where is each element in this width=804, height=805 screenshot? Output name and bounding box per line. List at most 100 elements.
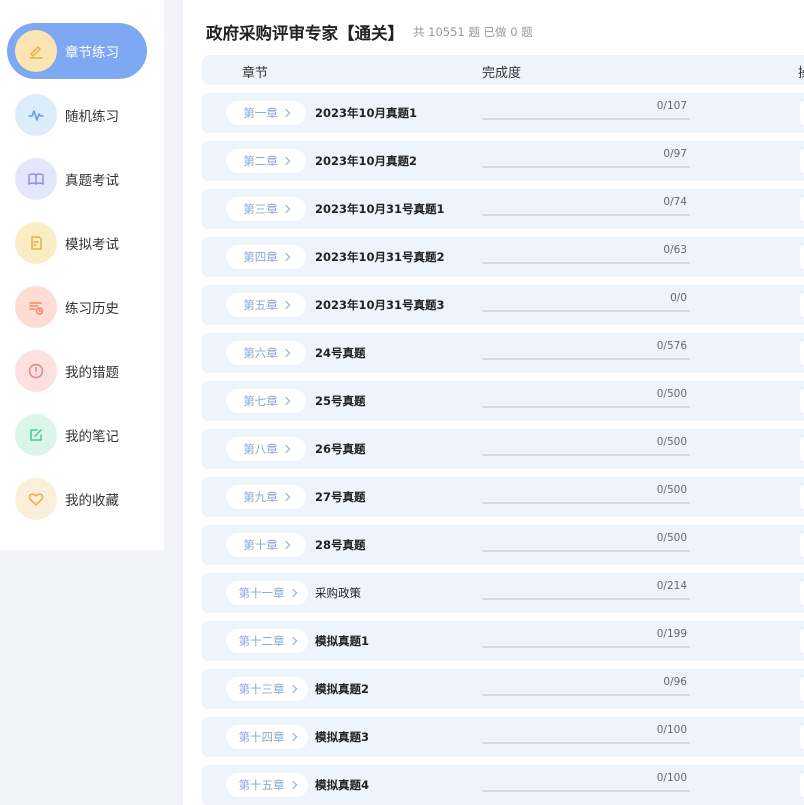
sidebar-item-7[interactable]: 我的收藏 (7, 471, 147, 527)
sidebar-item-5[interactable]: 我的错题 (7, 343, 147, 399)
sidebar-item-0[interactable]: 章节练习 (7, 23, 147, 79)
chevron-right-icon (288, 780, 297, 790)
chapter-row[interactable]: 第五章 2023年10月31号真题3 0/0 (202, 285, 804, 325)
chapter-label: 第十章 (243, 538, 278, 552)
chapter-button[interactable]: 第八章 (226, 437, 306, 461)
heart-icon (15, 478, 57, 520)
chevron-right-icon (288, 588, 297, 598)
row-action-button[interactable] (800, 773, 804, 797)
pulse-icon (15, 94, 57, 136)
chapter-row[interactable]: 第二章 2023年10月真题2 0/97 (202, 141, 804, 181)
progress-bar (482, 454, 690, 456)
progress-count: 0/100 (656, 724, 687, 736)
chapter-label: 第三章 (243, 202, 278, 216)
chapter-label: 第十四章 (238, 730, 285, 744)
row-action-button[interactable] (800, 629, 804, 653)
sidebar-item-1[interactable]: 随机练习 (7, 87, 147, 143)
chapter-row[interactable]: 第十五章 模拟真题4 0/100 (202, 765, 804, 805)
progress-bar (482, 310, 690, 312)
chapter-button[interactable]: 第九章 (226, 485, 306, 509)
sidebar-item-label: 随机练习 (65, 109, 119, 125)
chapter-label: 第四章 (243, 250, 278, 264)
progress-count: 0/199 (656, 628, 687, 640)
chapter-row[interactable]: 第四章 2023年10月31号真题2 0/63 (202, 237, 804, 277)
chapter-row[interactable]: 第七章 25号真题 0/500 (202, 381, 804, 421)
chevron-right-icon (281, 540, 290, 550)
chapter-row[interactable]: 第八章 26号真题 0/500 (202, 429, 804, 469)
chapter-button[interactable]: 第十二章 (226, 629, 308, 653)
row-action-button[interactable] (800, 341, 804, 365)
chapter-label: 第一章 (243, 106, 278, 120)
chapter-button[interactable]: 第一章 (226, 101, 306, 125)
progress-count: 0/500 (656, 436, 687, 448)
sidebar-item-6[interactable]: 我的笔记 (7, 407, 147, 463)
progress-count: 0/97 (663, 148, 687, 160)
progress-count: 0/214 (656, 580, 687, 592)
row-action-button[interactable] (800, 197, 804, 221)
chapter-button[interactable]: 第三章 (226, 197, 306, 221)
row-action-button[interactable] (800, 101, 804, 125)
progress-bar (482, 742, 690, 744)
row-action-button[interactable] (800, 725, 804, 749)
chapter-name: 模拟真题2 (315, 682, 370, 696)
sidebar-item-label: 模拟考试 (65, 237, 119, 253)
progress-bar (482, 790, 690, 792)
pencil-icon (15, 30, 57, 72)
chapter-button[interactable]: 第十三章 (226, 677, 308, 701)
progress-count: 0/500 (656, 388, 687, 400)
row-action-button[interactable] (800, 533, 804, 557)
chapter-label: 第九章 (243, 490, 278, 504)
row-action-button[interactable] (800, 485, 804, 509)
chapter-name: 2023年10月真题2 (315, 154, 418, 168)
progress-bar (482, 646, 690, 648)
chapter-button[interactable]: 第二章 (226, 149, 306, 173)
progress-count: 0/107 (656, 100, 687, 112)
chapter-row[interactable]: 第十二章 模拟真题1 0/199 (202, 621, 804, 661)
chapter-button[interactable]: 第十一章 (226, 581, 308, 605)
row-action-button[interactable] (800, 293, 804, 317)
chapter-row[interactable]: 第六章 24号真题 0/576 (202, 333, 804, 373)
chapter-button[interactable]: 第十五章 (226, 773, 308, 797)
row-action-button[interactable] (800, 677, 804, 701)
chevron-right-icon (281, 156, 290, 166)
chapter-button[interactable]: 第五章 (226, 293, 306, 317)
chapter-row[interactable]: 第一章 2023年10月真题1 0/107 (202, 93, 804, 133)
chapter-button[interactable]: 第六章 (226, 341, 306, 365)
chapter-label: 第六章 (243, 346, 278, 360)
chapter-name: 2023年10月31号真题1 (315, 202, 445, 216)
chevron-right-icon (288, 636, 297, 646)
chapter-button[interactable]: 第七章 (226, 389, 306, 413)
row-action-button[interactable] (800, 149, 804, 173)
chapter-name: 2023年10月31号真题2 (315, 250, 445, 264)
chevron-right-icon (281, 300, 290, 310)
sidebar-item-4[interactable]: 练习历史 (7, 279, 147, 335)
row-action-button[interactable] (800, 437, 804, 461)
progress-bar (482, 358, 690, 360)
table-header: 章节 完成度 操 (202, 55, 804, 85)
question-stats: 共 10551 题 已做 0 题 (413, 25, 533, 39)
chevron-right-icon (281, 204, 290, 214)
chapter-name: 2023年10月31号真题3 (315, 298, 445, 312)
main-panel: 政府采购评审专家【通关】 共 10551 题 已做 0 题 章节 完成度 操 第… (183, 0, 804, 805)
sidebar-item-label: 我的笔记 (65, 429, 119, 445)
sidebar-item-3[interactable]: 模拟考试 (7, 215, 147, 271)
chapter-button[interactable]: 第十四章 (226, 725, 308, 749)
row-action-button[interactable] (800, 581, 804, 605)
chapter-row[interactable]: 第十一章 采购政策 0/214 (202, 573, 804, 613)
page-title: 政府采购评审专家【通关】 (206, 24, 404, 43)
row-action-button[interactable] (800, 389, 804, 413)
progress-bar (482, 214, 690, 216)
chapter-button[interactable]: 第四章 (226, 245, 306, 269)
chapter-label: 第十二章 (238, 634, 285, 648)
chapter-name: 28号真题 (315, 538, 366, 552)
row-action-button[interactable] (800, 245, 804, 269)
chevron-right-icon (288, 684, 297, 694)
chapter-row[interactable]: 第九章 27号真题 0/500 (202, 477, 804, 517)
sidebar-item-2[interactable]: 真题考试 (7, 151, 147, 207)
chapter-row[interactable]: 第三章 2023年10月31号真题1 0/74 (202, 189, 804, 229)
chapter-row[interactable]: 第十三章 模拟真题2 0/96 (202, 669, 804, 709)
chapter-button[interactable]: 第十章 (226, 533, 306, 557)
chapter-row[interactable]: 第十四章 模拟真题3 0/100 (202, 717, 804, 757)
chapter-row[interactable]: 第十章 28号真题 0/500 (202, 525, 804, 565)
chapter-label: 第二章 (243, 154, 278, 168)
